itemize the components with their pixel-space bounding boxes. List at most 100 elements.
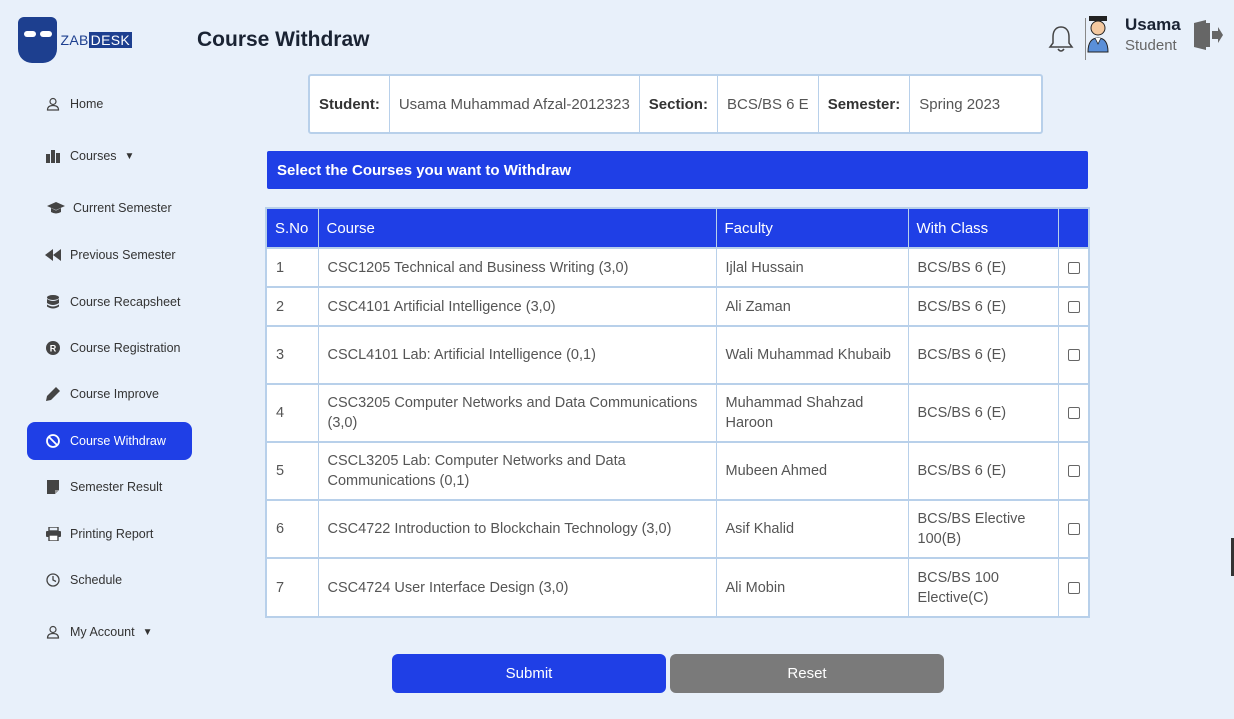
logout-icon[interactable] bbox=[1192, 20, 1224, 50]
cell-faculty: Ijlal Hussain bbox=[716, 247, 909, 287]
pen-icon bbox=[42, 387, 64, 401]
cell-sno: 2 bbox=[267, 286, 319, 326]
cell-course: CSC4724 User Interface Design (3,0) bbox=[318, 557, 717, 616]
sidebar-item-label: Home bbox=[70, 97, 104, 111]
cell-faculty: Ali Zaman bbox=[716, 286, 909, 326]
sidebar-item-label: Current Semester bbox=[73, 201, 172, 215]
cell-with-class: BCS/BS 6 (E) bbox=[908, 247, 1059, 287]
cell-course: CSC3205 Computer Networks and Data Commu… bbox=[318, 383, 717, 442]
semester-value: Spring 2023 bbox=[919, 95, 1001, 113]
table-header-row: S.No Course Faculty With Class bbox=[267, 209, 1088, 248]
cell-faculty: Wali Muhammad Khubaib bbox=[716, 325, 909, 384]
cell-select bbox=[1058, 286, 1088, 326]
cell-with-class: BCS/BS Elective 100(B) bbox=[908, 499, 1059, 558]
clock-icon bbox=[42, 573, 64, 587]
withdraw-checkbox[interactable] bbox=[1067, 465, 1080, 478]
cell-with-class: BCS/BS 6 (E) bbox=[908, 383, 1059, 442]
withdraw-checkbox[interactable] bbox=[1067, 261, 1080, 274]
sidebar-item-label: Course Withdraw bbox=[70, 434, 166, 448]
chevron-down-icon: ▼ bbox=[124, 150, 135, 162]
instruction-banner: Select the Courses you want to Withdraw bbox=[267, 151, 1088, 189]
submit-button[interactable]: Submit bbox=[392, 654, 666, 693]
cell-course: CSC4101 Artificial Intelligence (3,0) bbox=[318, 286, 717, 326]
cell-sno: 3 bbox=[267, 325, 319, 384]
avatar[interactable] bbox=[1086, 14, 1110, 54]
student-label: Student: bbox=[310, 76, 390, 132]
reset-button[interactable]: Reset bbox=[670, 654, 944, 693]
sidebar-item-course-withdraw[interactable]: Course Withdraw bbox=[27, 422, 192, 460]
cell-sno: 5 bbox=[267, 441, 319, 500]
header-sno: S.No bbox=[267, 209, 319, 248]
cell-with-class: BCS/BS 6 (E) bbox=[908, 325, 1059, 384]
cell-with-class: BCS/BS 6 (E) bbox=[908, 286, 1059, 326]
sidebar-item-courses[interactable]: Courses ▼ bbox=[27, 137, 192, 175]
table-row: 7 CSC4724 User Interface Design (3,0) Al… bbox=[267, 557, 1088, 616]
user-name: Usama bbox=[1125, 15, 1181, 34]
user-role: Student bbox=[1125, 37, 1177, 54]
section-value: BCS/BS 6 E bbox=[718, 76, 819, 132]
sidebar-item-printing-report[interactable]: Printing Report bbox=[27, 515, 192, 553]
sidebar-item-course-registration[interactable]: R Course Registration bbox=[27, 329, 192, 367]
cell-select bbox=[1058, 383, 1088, 442]
withdraw-checkbox[interactable] bbox=[1067, 523, 1080, 536]
graduation-cap-icon bbox=[45, 202, 67, 214]
sidebar-item-current-semester[interactable]: Current Semester bbox=[27, 189, 192, 227]
header-select bbox=[1058, 209, 1088, 248]
sidebar-item-home[interactable]: Home bbox=[27, 85, 192, 123]
sidebar-item-course-recapsheet[interactable]: Course Recapsheet bbox=[27, 283, 192, 321]
sidebar-item-label: My Account bbox=[70, 625, 135, 639]
sidebar-item-label: Course Recapsheet bbox=[70, 295, 181, 309]
sidebar-item-label: Schedule bbox=[70, 573, 123, 587]
header-course: Course bbox=[318, 209, 717, 248]
cell-sno: 4 bbox=[267, 383, 319, 442]
sidebar-item-semester-result[interactable]: Semester Result bbox=[27, 468, 192, 506]
section-label: Section: bbox=[640, 76, 718, 132]
report-icon bbox=[42, 480, 64, 494]
sidebar-item-course-improve[interactable]: Course Improve bbox=[27, 375, 192, 413]
withdraw-checkbox[interactable] bbox=[1067, 349, 1080, 362]
table-row: 4 CSC3205 Computer Networks and Data Com… bbox=[267, 383, 1088, 442]
student-info-bar: Student: Usama Muhammad Afzal-2012323 Se… bbox=[308, 74, 1043, 134]
cell-course: CSCL4101 Lab: Artificial Intelligence (0… bbox=[318, 325, 717, 384]
cell-course: CSCL3205 Lab: Computer Networks and Data… bbox=[318, 441, 717, 500]
books-icon bbox=[42, 149, 64, 163]
cell-faculty: Asif Khalid bbox=[716, 499, 909, 558]
cell-select bbox=[1058, 499, 1088, 558]
sidebar-item-previous-semester[interactable]: Previous Semester bbox=[27, 236, 192, 274]
table-row: 1 CSC1205 Technical and Business Writing… bbox=[267, 247, 1088, 287]
cell-select bbox=[1058, 247, 1088, 287]
cell-select bbox=[1058, 325, 1088, 384]
bell-icon[interactable] bbox=[1047, 24, 1075, 54]
ban-icon bbox=[42, 434, 64, 448]
cell-select bbox=[1058, 557, 1088, 616]
sidebar-item-label: Previous Semester bbox=[70, 248, 176, 262]
user-icon bbox=[42, 97, 64, 111]
cell-sno: 7 bbox=[267, 557, 319, 616]
sidebar-item-label: Course Improve bbox=[70, 387, 159, 401]
header-faculty: Faculty bbox=[716, 209, 909, 248]
sidebar-item-label: Printing Report bbox=[70, 527, 154, 541]
header-with-class: With Class bbox=[908, 209, 1059, 248]
printer-icon bbox=[42, 527, 64, 541]
withdraw-checkbox[interactable] bbox=[1067, 407, 1080, 420]
sidebar-item-label: Course Registration bbox=[70, 341, 181, 355]
table-row: 6 CSC4722 Introduction to Blockchain Tec… bbox=[267, 499, 1088, 558]
cell-course: CSC4722 Introduction to Blockchain Techn… bbox=[318, 499, 717, 558]
sidebar-item-schedule[interactable]: Schedule bbox=[27, 561, 192, 599]
withdraw-checkbox[interactable] bbox=[1067, 581, 1080, 594]
logo-text: ZAB DESK bbox=[60, 32, 132, 48]
svg-text:R: R bbox=[50, 344, 57, 354]
sidebar-item-my-account[interactable]: My Account ▼ bbox=[27, 613, 192, 651]
user-icon bbox=[42, 625, 64, 639]
database-icon bbox=[42, 295, 64, 309]
table-row: 3 CSCL4101 Lab: Artificial Intelligence … bbox=[267, 325, 1088, 384]
cell-with-class: BCS/BS 100 Elective(C) bbox=[908, 557, 1059, 616]
courses-table: S.No Course Faculty With Class 1 CSC1205… bbox=[265, 207, 1090, 618]
withdraw-checkbox[interactable] bbox=[1067, 300, 1080, 313]
zabdesk-logo[interactable]: ZAB DESK bbox=[18, 16, 132, 64]
student-value: Usama Muhammad Afzal-2012323 bbox=[390, 76, 640, 132]
cell-faculty: Mubeen Ahmed bbox=[716, 441, 909, 500]
table-row: 2 CSC4101 Artificial Intelligence (3,0) … bbox=[267, 286, 1088, 326]
backward-icon bbox=[42, 249, 64, 261]
cell-select bbox=[1058, 441, 1088, 500]
